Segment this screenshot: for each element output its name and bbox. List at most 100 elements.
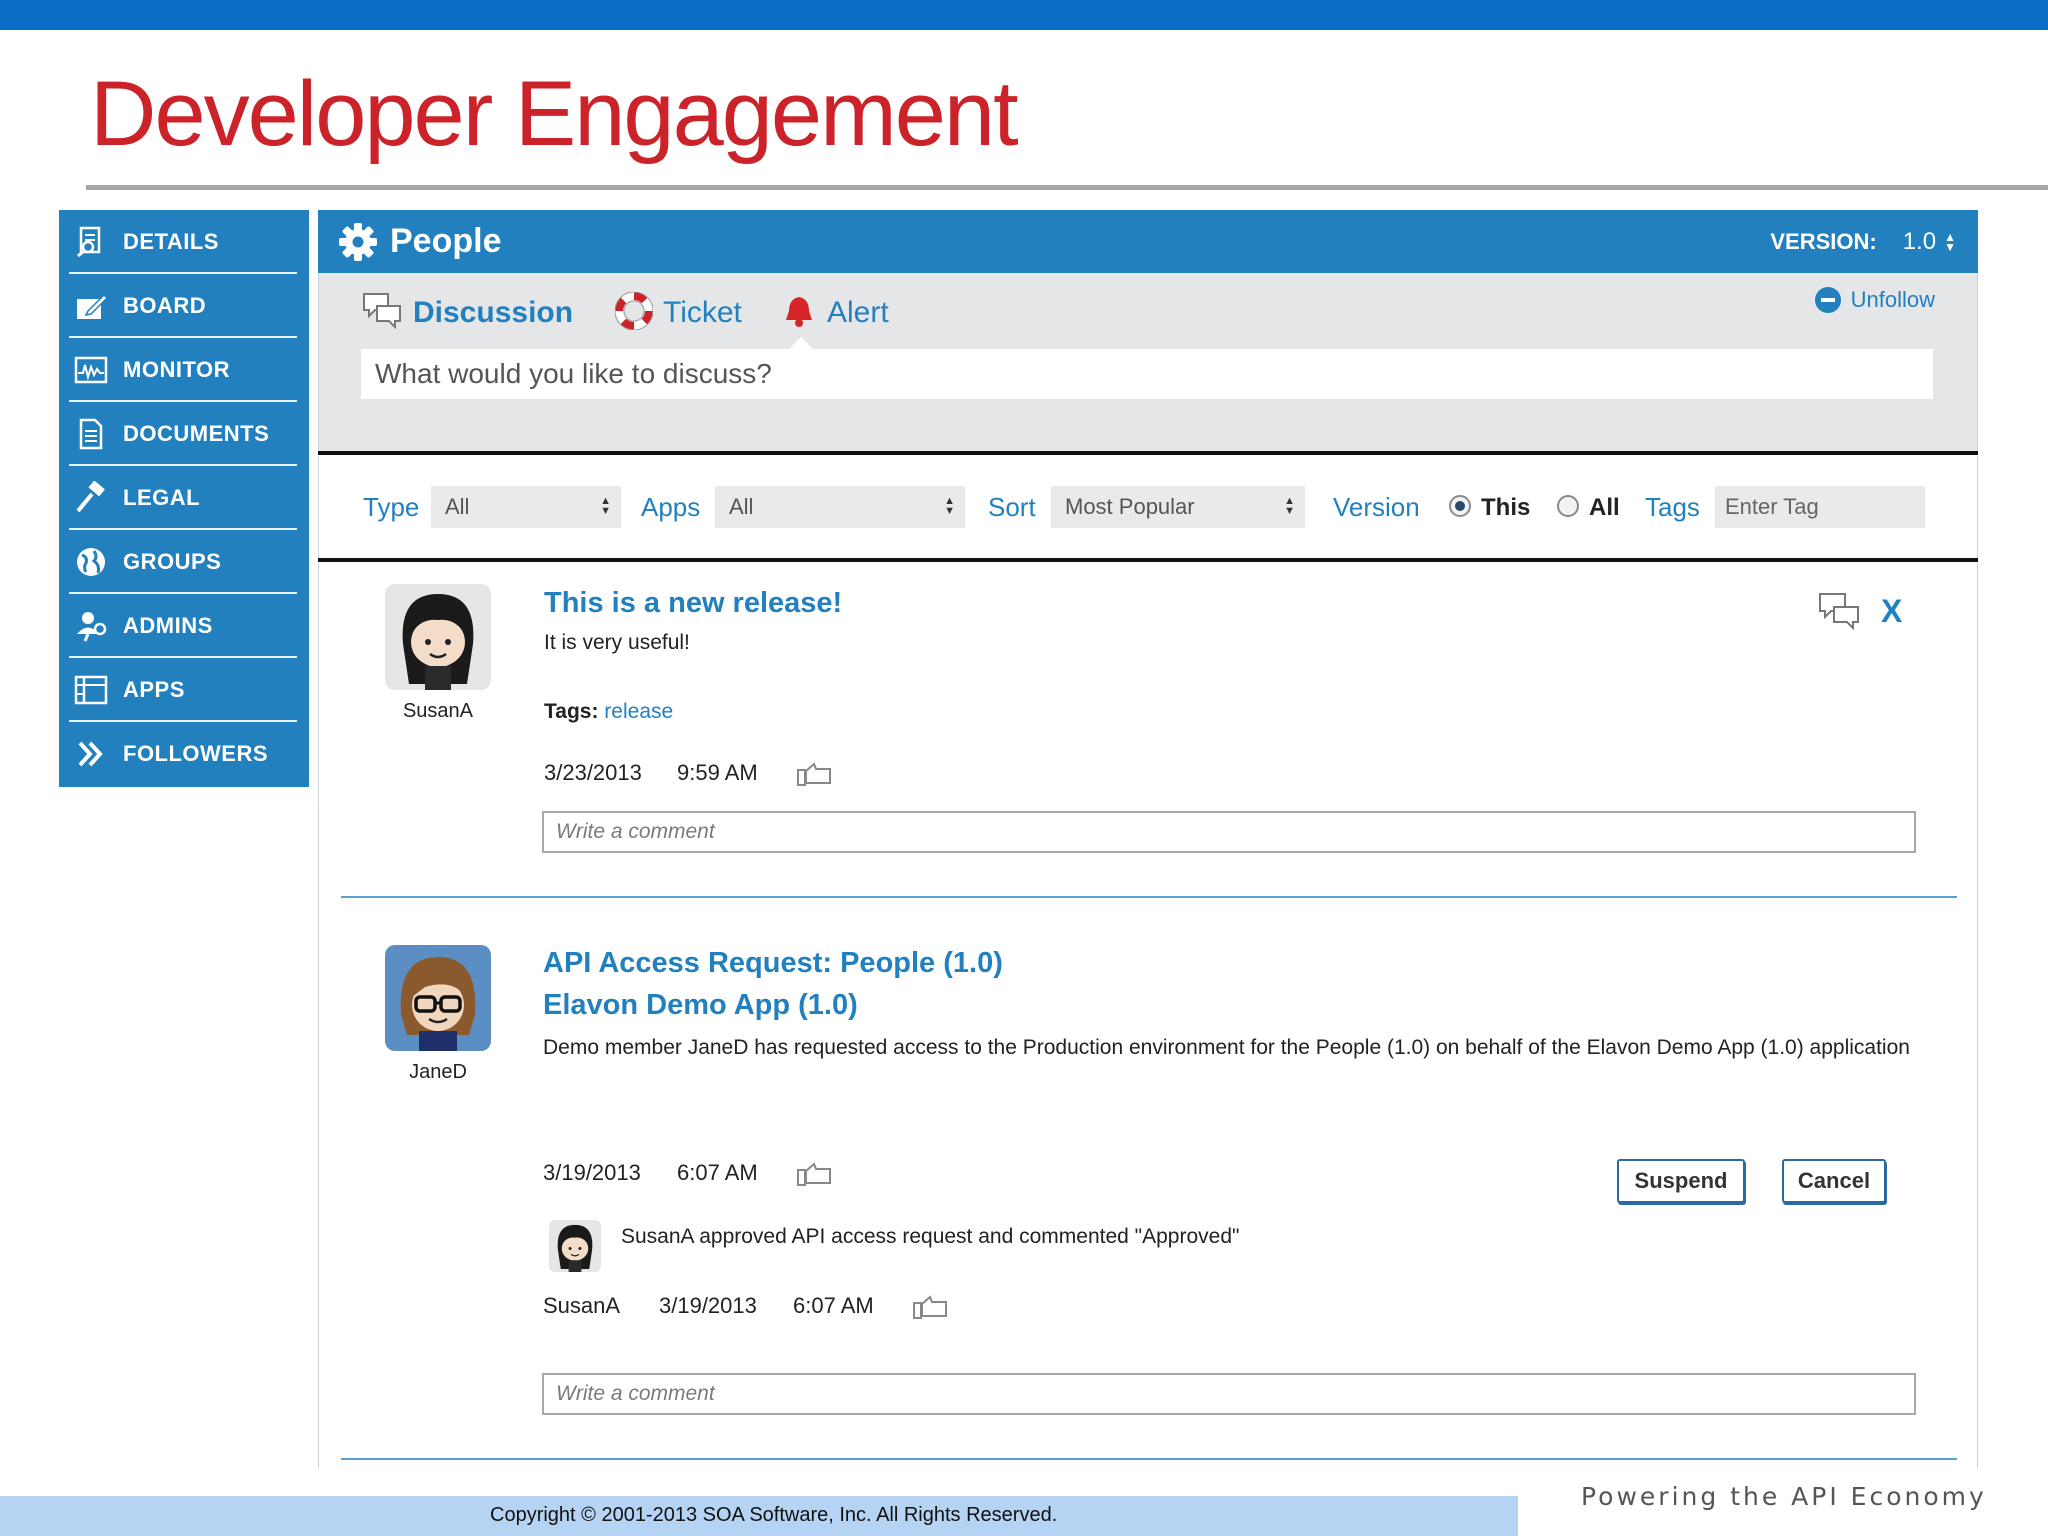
post-body: It is very useful! — [544, 631, 690, 654]
tab-label: Ticket — [663, 296, 742, 329]
apps-icon — [73, 672, 109, 708]
sidebar-item-label: ADMINS — [123, 613, 213, 638]
post-time: 6:07 AM — [677, 1160, 758, 1185]
post-separator — [341, 1458, 1957, 1460]
apps-select-value: All — [729, 494, 754, 519]
tags-filter-label: Tags — [1645, 492, 1700, 522]
panel-header: People VERSION: 1.0 ▲ ▼ — [318, 210, 1978, 273]
sidebar-item-label: MONITOR — [123, 357, 230, 382]
post-date: 3/23/2013 — [544, 760, 642, 785]
post-body: Demo member JaneD has requested access t… — [543, 1036, 1910, 1059]
reply-discussion-icon[interactable] — [1817, 590, 1861, 639]
version-label: VERSION: — [1770, 228, 1877, 254]
post-date: 3/19/2013 — [543, 1160, 641, 1185]
sidebar-item-label: BOARD — [123, 293, 207, 318]
sidebar-item-label: DETAILS — [123, 229, 219, 254]
comment-input[interactable] — [542, 1373, 1916, 1415]
tab-alert[interactable]: Alert — [781, 291, 889, 335]
tag-input[interactable] — [1715, 486, 1925, 528]
discussion-input[interactable] — [361, 349, 1933, 399]
version-this-label: This — [1481, 494, 1531, 521]
sidebar-item-label: GROUPS — [123, 549, 222, 574]
version-all-label: All — [1589, 494, 1620, 521]
version-filter-label: Version — [1333, 492, 1420, 522]
gear-icon — [338, 222, 378, 262]
avatar-name[interactable]: JaneD — [385, 1061, 491, 1084]
filter-bar: Type All ▲ ▼ Apps All ▲ ▼ Sort Most Popula… — [318, 456, 1978, 560]
title-divider — [86, 185, 2048, 190]
post-title[interactable]: This is a new release! — [544, 587, 842, 620]
top-accent-bar — [0, 0, 2048, 30]
details-icon — [73, 224, 109, 260]
spinner-arrows-icon[interactable]: ▲ ▼ — [1944, 231, 1956, 253]
post-time: 9:59 AM — [677, 760, 758, 785]
tab-ticket[interactable]: Ticket — [614, 291, 742, 335]
panel-title: People — [390, 222, 502, 260]
sort-select[interactable]: Most Popular ▲ ▼ — [1051, 486, 1305, 528]
groups-globe-icon — [73, 544, 109, 580]
tab-label: Alert — [827, 296, 889, 329]
board-icon — [73, 288, 109, 324]
sidebar-item-label: FOLLOWERS — [123, 741, 269, 766]
version-this-radio[interactable] — [1449, 495, 1471, 517]
copyright-text: Copyright © 2001-2013 SOA Software, Inc.… — [490, 1504, 1058, 1526]
avatar-name[interactable]: SusanA — [385, 700, 491, 723]
documents-icon — [73, 416, 109, 452]
type-select[interactable]: All ▲ ▼ — [431, 486, 621, 528]
post-subtitle[interactable]: Elavon Demo App (1.0) — [543, 989, 858, 1022]
sidebar-nav: DETAILS BOARD MONITOR DOCUMENTS LEGAL GR — [59, 210, 309, 787]
post-separator — [341, 896, 1957, 898]
select-caret-icon: ▲ ▼ — [1284, 495, 1295, 517]
like-thumb-icon[interactable] — [796, 1161, 836, 1187]
avatar[interactable] — [385, 584, 491, 690]
compose-area: Discussion Ticket Alert Unfollow — [318, 273, 1978, 453]
type-select-value: All — [445, 494, 470, 519]
reply-time: 6:07 AM — [793, 1293, 874, 1318]
discussion-feed: SusanA This is a new release! It is very… — [318, 563, 1978, 1468]
discussion-icon — [361, 290, 403, 337]
sidebar-item-board[interactable]: BOARD — [69, 274, 357, 338]
avatar[interactable] — [385, 945, 491, 1051]
post-title[interactable]: API Access Request: People (1.0) — [543, 947, 1003, 980]
unfollow-button[interactable]: Unfollow — [1814, 287, 1935, 313]
suspend-button[interactable]: Suspend — [1617, 1159, 1745, 1203]
slide-title: Developer Engagement — [90, 63, 1019, 165]
sidebar-item-documents[interactable]: DOCUMENTS — [69, 402, 357, 466]
post-tags: Tags: release — [544, 700, 673, 724]
version-selector[interactable]: VERSION: 1.0 ▲ ▼ — [1770, 210, 1956, 273]
sidebar-item-admins[interactable]: ADMINS — [69, 594, 357, 658]
like-thumb-icon[interactable] — [796, 761, 836, 787]
reply-author[interactable]: SusanA — [543, 1293, 620, 1319]
comment-input[interactable] — [542, 811, 1916, 853]
legal-gavel-icon — [73, 480, 109, 516]
sort-filter-label: Sort — [988, 492, 1036, 522]
type-filter-label: Type — [363, 492, 420, 522]
sidebar-item-legal[interactable]: LEGAL — [69, 466, 357, 530]
tab-discussion[interactable]: Discussion — [361, 291, 573, 335]
bell-icon — [781, 293, 817, 334]
select-caret-icon: ▲ ▼ — [944, 495, 955, 517]
sidebar-item-details[interactable]: DETAILS — [69, 210, 357, 274]
tagline-text: Powering the API Economy — [1581, 1482, 1987, 1511]
sidebar-item-apps[interactable]: APPS — [69, 658, 357, 722]
active-tab-pointer — [789, 337, 813, 349]
followers-chevron-icon — [73, 736, 109, 772]
like-thumb-icon[interactable] — [912, 1294, 952, 1320]
apps-filter-label: Apps — [641, 492, 701, 522]
admins-icon — [73, 608, 109, 644]
sidebar-item-monitor[interactable]: MONITOR — [69, 338, 357, 402]
cancel-button[interactable]: Cancel — [1782, 1159, 1886, 1203]
section-divider — [318, 451, 1978, 455]
apps-select[interactable]: All ▲ ▼ — [715, 486, 965, 528]
sidebar-item-followers[interactable]: FOLLOWERS — [69, 722, 357, 786]
close-post-button[interactable]: X — [1881, 593, 1902, 630]
lifebuoy-icon — [614, 291, 654, 335]
version-value: 1.0 — [1902, 227, 1937, 255]
unfollow-label: Unfollow — [1850, 287, 1935, 312]
version-all-radio[interactable] — [1557, 495, 1579, 517]
sidebar-item-groups[interactable]: GROUPS — [69, 530, 357, 594]
sidebar-item-label: LEGAL — [123, 485, 201, 510]
monitor-icon — [73, 352, 109, 388]
tag-link[interactable]: release — [604, 700, 673, 723]
reply-avatar[interactable] — [549, 1220, 601, 1272]
